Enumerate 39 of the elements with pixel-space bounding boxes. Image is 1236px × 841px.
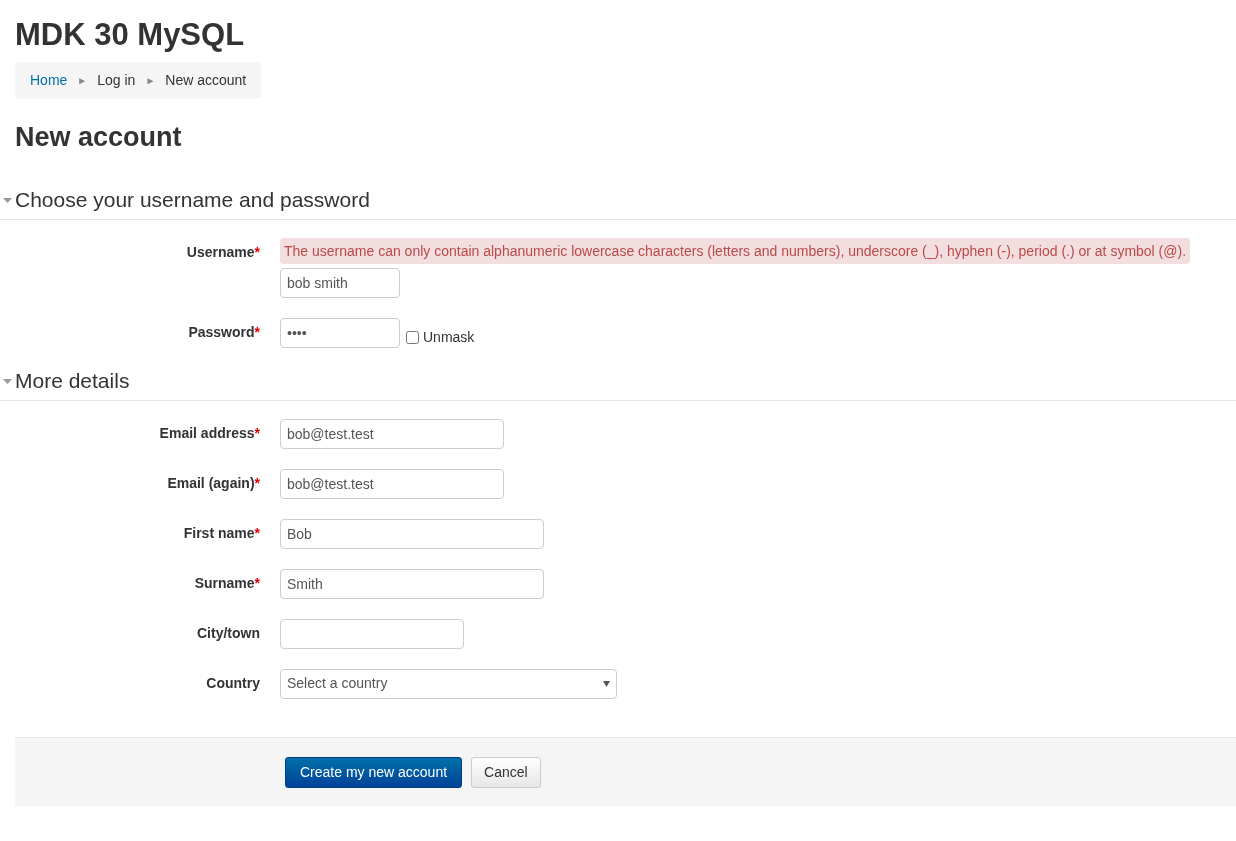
field-label: Username: [186, 243, 255, 260]
caret-icon: [603, 680, 610, 687]
site-title: MDK 30 MySQL: [15, 18, 246, 53]
required-icon: *: [254, 324, 260, 341]
password-field[interactable]: ••••: [280, 318, 400, 349]
separator-icon: ►: [145, 73, 156, 89]
separator-icon: ►: [77, 73, 88, 89]
input-field[interactable]: bob@test.test: [280, 468, 504, 499]
section-title[interactable]: Choose your username and password: [15, 187, 370, 213]
caret-icon[interactable]: [0, 197, 15, 203]
input-field[interactable]: [280, 618, 464, 649]
field-label: Surname: [194, 574, 255, 591]
field-label: Password: [188, 324, 255, 341]
cancel-button[interactable]: Cancel: [471, 756, 541, 788]
input-field[interactable]: Bob: [280, 518, 544, 549]
input-field[interactable]: bob@test.test: [280, 418, 504, 449]
required-icon: *: [254, 474, 260, 491]
error-message: The username can only contain alphanumeric lowercase characters (letters and numbers), underscore (_), hyphen (-), period (.) or at symbol (@).: [280, 237, 1191, 265]
field-label: City/town: [197, 624, 260, 641]
required-icon: *: [254, 243, 260, 260]
required-icon: *: [254, 574, 260, 591]
checkbox[interactable]: [406, 330, 419, 344]
submit-button[interactable]: Create my new account: [285, 756, 463, 788]
field-label: Email (again): [167, 474, 255, 491]
section-title[interactable]: More details: [15, 368, 130, 394]
caret-icon[interactable]: [0, 378, 15, 384]
page-heading: New account: [15, 121, 183, 154]
checkbox-label: Unmask: [423, 329, 475, 346]
input-field[interactable]: bob smith: [280, 268, 400, 299]
required-icon: *: [254, 524, 260, 541]
input-field[interactable]: Smith: [280, 568, 544, 599]
dropdown[interactable]: Select a country: [280, 668, 617, 699]
field-label: Country: [206, 674, 260, 691]
breadcrumb-link[interactable]: Home: [30, 70, 68, 92]
required-icon: *: [254, 424, 260, 441]
breadcrumb-item: Log in: [97, 71, 136, 91]
field-label: Email address: [159, 424, 255, 441]
field-label: First name: [183, 524, 255, 541]
breadcrumb-item: New account: [165, 71, 247, 91]
